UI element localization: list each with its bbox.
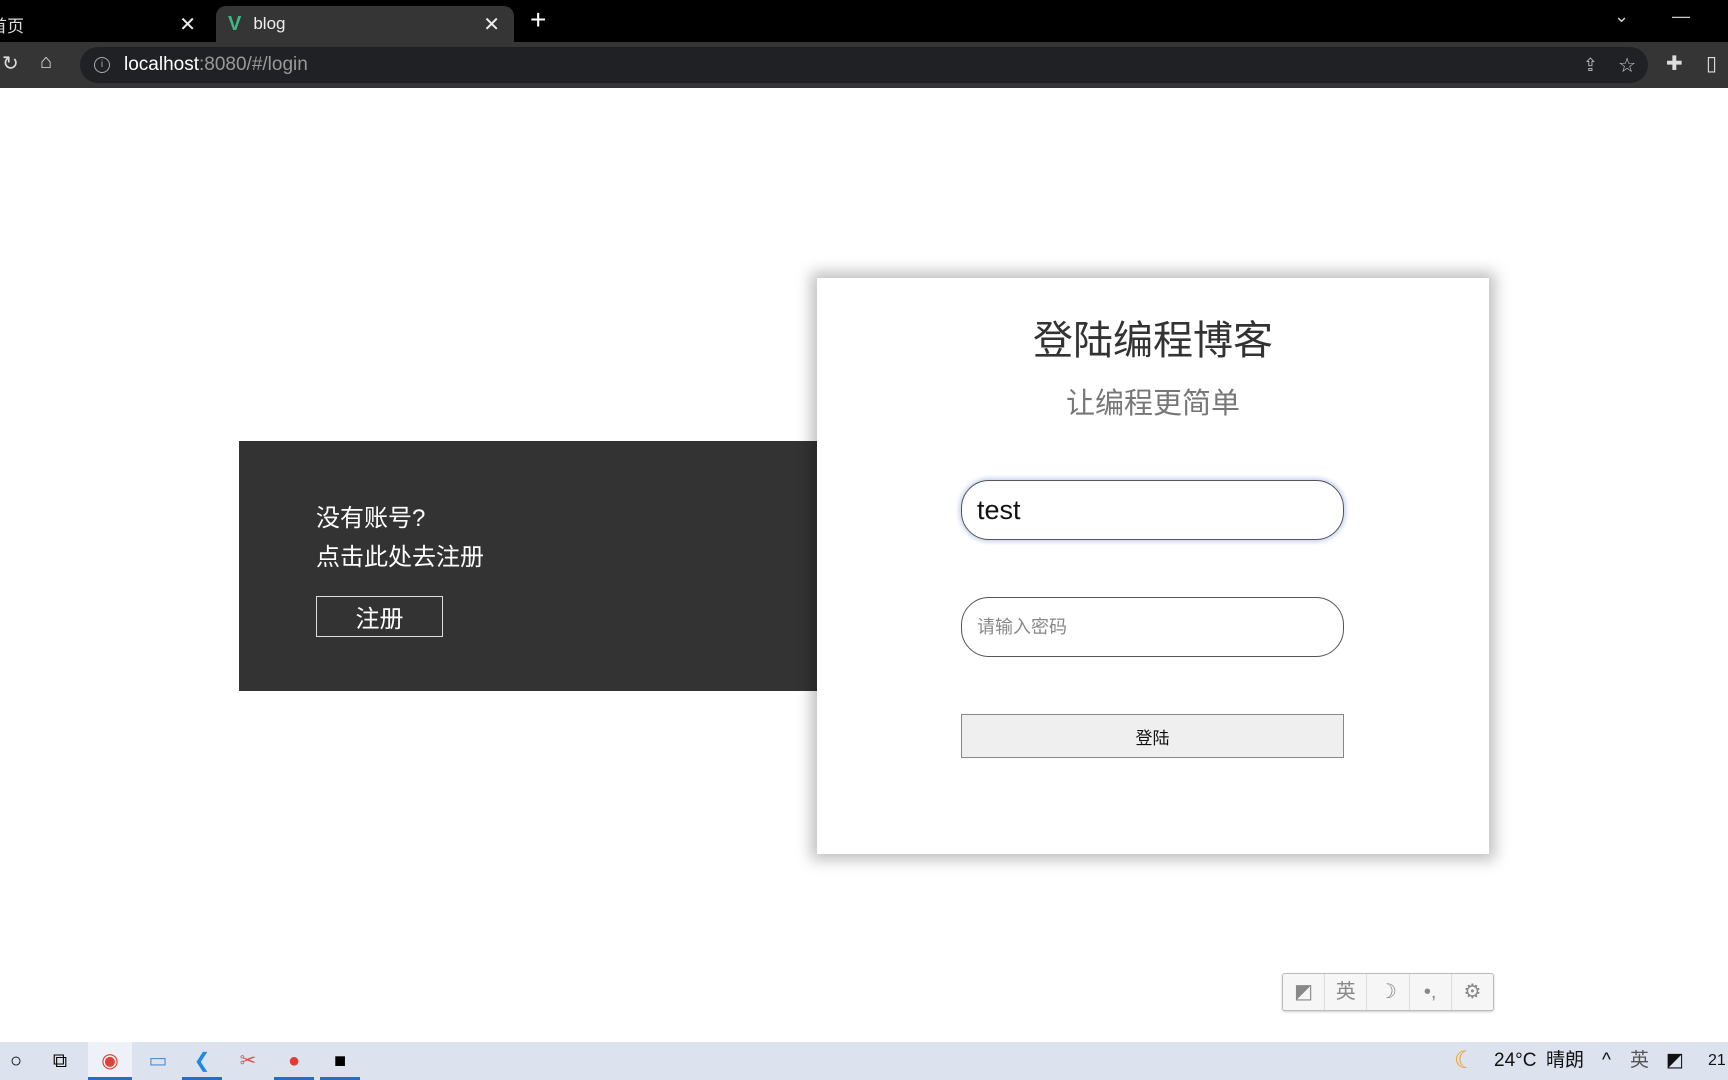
weather-moon-icon: ☾ xyxy=(1454,1047,1476,1074)
info-icon[interactable]: i xyxy=(94,57,110,73)
url-path: :8080/#/login xyxy=(199,54,308,75)
login-title: 登陆编程博客 xyxy=(1033,319,1273,363)
login-subtitle: 让编程更简单 xyxy=(1065,388,1240,420)
weather-text[interactable]: 晴朗 xyxy=(1546,1042,1584,1080)
address-bar[interactable]: i localhost:8080/#/login ⇪ ☆ xyxy=(80,47,1648,83)
moon-icon[interactable]: ☽ xyxy=(1367,974,1410,1010)
terminal-icon[interactable]: ■ xyxy=(320,1042,360,1080)
password-input[interactable] xyxy=(961,597,1344,657)
vue-logo-icon: V xyxy=(228,12,242,35)
side-panel-icon[interactable]: ▯ xyxy=(1706,51,1717,76)
login-card: 登陆编程博客 让编程更简单 登陆 xyxy=(817,278,1489,854)
clock[interactable]: 21 xyxy=(1708,1042,1726,1080)
tray-ime[interactable]: 英 xyxy=(1630,1042,1649,1080)
weather-temp[interactable]: 24°C xyxy=(1494,1042,1536,1080)
minimize-icon[interactable]: — xyxy=(1672,6,1690,27)
tab-home[interactable]: 首页 ✕ xyxy=(0,6,210,42)
home-icon[interactable]: ⌂ xyxy=(40,51,52,74)
login-button[interactable]: 登陆 xyxy=(961,714,1344,758)
close-tab-icon[interactable]: ✕ xyxy=(483,12,500,37)
register-hint-text: 点击此处去注册 xyxy=(316,544,484,571)
url-host: localhost xyxy=(124,54,199,75)
ime-toolbar: ◩ 英 ☽ •, ⚙ xyxy=(1282,973,1494,1011)
computer-icon[interactable]: ▭ xyxy=(138,1042,178,1080)
snipping-tool-icon[interactable]: ✂ xyxy=(228,1042,268,1080)
tab-label: blog xyxy=(253,14,286,33)
recorder-icon[interactable]: ● xyxy=(274,1042,314,1080)
new-tab-icon[interactable]: + xyxy=(530,4,546,36)
close-tab-icon[interactable]: ✕ xyxy=(179,12,196,37)
ime-language-toggle[interactable]: 英 xyxy=(1325,974,1368,1010)
task-view-icon[interactable]: ⧉ xyxy=(40,1042,80,1080)
no-account-text: 没有账号? xyxy=(316,505,426,532)
tray-ime-logo-icon[interactable]: ◩ xyxy=(1666,1042,1684,1080)
settings-gear-icon[interactable]: ⚙ xyxy=(1452,974,1493,1010)
username-input[interactable] xyxy=(961,480,1344,540)
taskbar: ○ ⧉ ◉ ▭ ❮ ✂ ● ■ ☾ 24°C 晴朗 ^ 英 ◩ 21 xyxy=(0,1042,1728,1080)
browser-tab-bar: 首页 ✕ Vblog ✕ + ⌄ — xyxy=(0,0,1728,42)
browser-toolbar: ↻ ⌂ i localhost:8080/#/login ⇪ ☆ ✚ ▯ xyxy=(0,42,1728,88)
tray-chevron-icon[interactable]: ^ xyxy=(1602,1042,1611,1080)
punctuation-icon[interactable]: •, xyxy=(1410,974,1452,1010)
tab-label: 首页 xyxy=(0,16,24,36)
share-icon[interactable]: ⇪ xyxy=(1583,55,1598,76)
tab-search-icon[interactable]: ⌄ xyxy=(1614,6,1629,27)
tab-blog[interactable]: Vblog ✕ xyxy=(216,6,514,42)
vscode-icon[interactable]: ❮ xyxy=(182,1042,222,1080)
search-circle-icon[interactable]: ○ xyxy=(0,1042,36,1080)
extensions-icon[interactable]: ✚ xyxy=(1666,51,1683,76)
register-button[interactable]: 注册 xyxy=(316,596,443,637)
star-icon[interactable]: ☆ xyxy=(1618,53,1636,78)
chrome-icon[interactable]: ◉ xyxy=(88,1042,132,1080)
register-panel: 没有账号? 点击此处去注册 注册 xyxy=(239,441,817,691)
ime-logo-icon[interactable]: ◩ xyxy=(1283,974,1326,1010)
reload-icon[interactable]: ↻ xyxy=(2,51,19,76)
